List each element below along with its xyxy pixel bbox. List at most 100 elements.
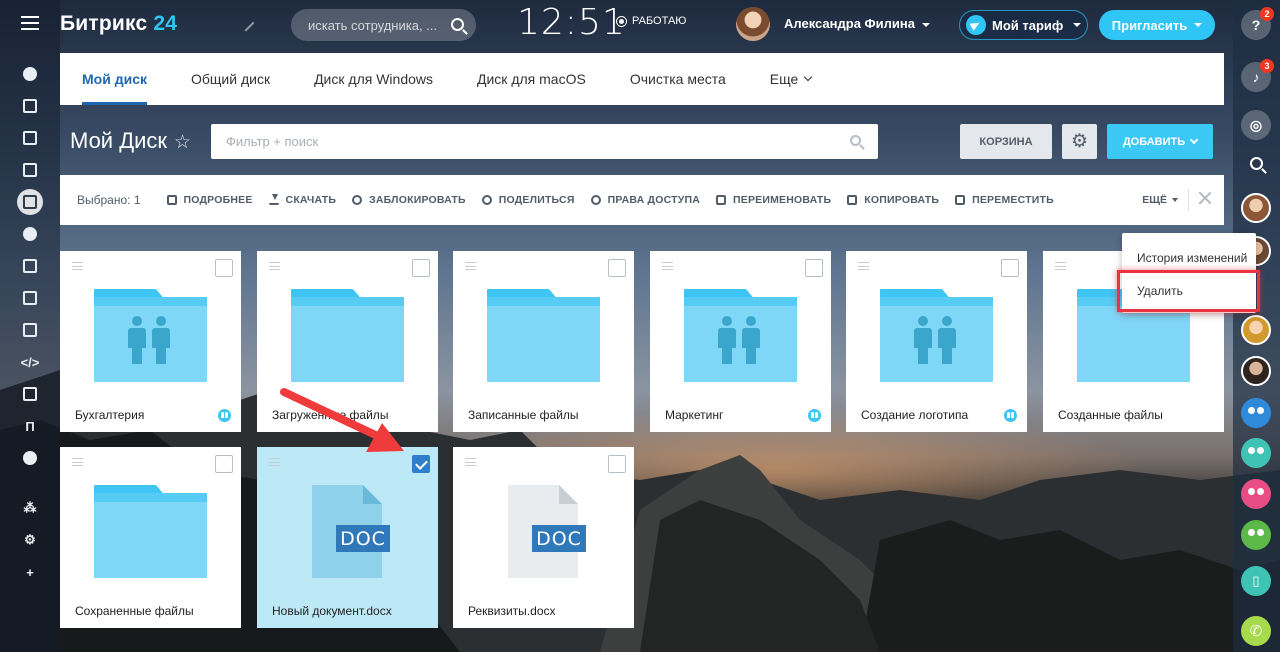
left-nav-add[interactable]: +	[0, 556, 60, 588]
select-checkbox[interactable]	[215, 455, 233, 473]
filter-search[interactable]	[211, 124, 878, 159]
tab-my-disk[interactable]: Мой диск	[82, 53, 147, 105]
user-name[interactable]: Александра Филина	[784, 16, 930, 31]
add-label: ДОБАВИТЬ	[1122, 135, 1186, 148]
trash-button[interactable]: КОРЗИНА	[960, 124, 1052, 159]
close-icon[interactable]	[1198, 191, 1212, 205]
select-checkbox[interactable]	[412, 259, 430, 277]
download-button[interactable]: СКАЧАТЬ	[268, 194, 337, 206]
copy-button[interactable]: КОПИРОВАТЬ	[847, 194, 939, 206]
drag-handle-icon[interactable]	[465, 458, 476, 466]
move-button[interactable]: ПЕРЕМЕСТИТЬ	[955, 194, 1054, 206]
phone-icon: ▯	[1252, 573, 1260, 588]
left-nav-calendar[interactable]	[0, 122, 60, 154]
add-button[interactable]: ДОБАВИТЬ	[1107, 124, 1213, 159]
access-rights-button[interactable]: ПРАВА ДОСТУПА	[590, 194, 700, 206]
notifications-button[interactable]: ♪ 3	[1241, 59, 1274, 92]
select-checkbox[interactable]	[215, 259, 233, 277]
select-checkbox[interactable]	[1001, 259, 1019, 277]
left-nav-dev[interactable]: </>	[0, 346, 60, 378]
drag-handle-icon[interactable]	[662, 262, 673, 270]
search-button[interactable]	[1241, 148, 1271, 178]
left-nav-store[interactable]	[0, 282, 60, 314]
left-nav-p[interactable]: П	[0, 410, 60, 442]
doc-file-icon: DOC	[508, 485, 586, 578]
left-nav-more[interactable]	[0, 442, 60, 474]
group-chat[interactable]	[1241, 438, 1271, 468]
left-nav-employees[interactable]	[0, 218, 60, 250]
tab-cleanup[interactable]: Очистка места	[630, 53, 726, 105]
file-tile[interactable]: Создание логотипа	[846, 251, 1027, 432]
selected-count: Выбрано: 1	[77, 193, 141, 207]
file-name: Маркетинг	[665, 408, 724, 422]
menu-icon[interactable]	[21, 16, 39, 32]
file-tile[interactable]: Бухгалтерия	[60, 251, 241, 432]
left-nav-tasks[interactable]	[0, 90, 60, 122]
group-chat[interactable]	[1241, 398, 1271, 428]
avatar[interactable]	[736, 7, 770, 41]
file-tile[interactable]: Загруженные файлы	[257, 251, 438, 432]
help-button[interactable]: ? 2	[1241, 7, 1274, 40]
tab-disk-macos[interactable]: Диск для macOS	[477, 53, 586, 105]
tariff-label: Мой тариф	[992, 17, 1064, 33]
left-nav-contacts[interactable]	[0, 250, 60, 282]
share-button[interactable]: ПОДЕЛИТЬСЯ	[481, 194, 575, 206]
left-nav-robot[interactable]	[0, 378, 60, 410]
search-input[interactable]	[308, 17, 448, 33]
left-nav-settings[interactable]: ⚙	[0, 524, 60, 556]
drag-handle-icon[interactable]	[1055, 262, 1066, 270]
tariff-button[interactable]: Мой тариф	[959, 10, 1088, 40]
chat-button[interactable]: ◎	[1241, 110, 1271, 140]
select-checkbox[interactable]	[412, 455, 430, 473]
menu-item-history[interactable]: История изменений	[1137, 251, 1247, 265]
tab-disk-windows[interactable]: Диск для Windows	[314, 53, 433, 105]
left-nav-docs[interactable]	[0, 154, 60, 186]
contact-avatar[interactable]	[1241, 356, 1271, 386]
select-checkbox[interactable]	[805, 259, 823, 277]
settings-button[interactable]: ⚙	[1062, 124, 1097, 159]
drag-handle-icon[interactable]	[72, 262, 83, 270]
contact-avatar[interactable]	[1241, 193, 1271, 223]
group-chat[interactable]	[1241, 520, 1271, 550]
select-checkbox[interactable]	[608, 455, 626, 473]
drag-handle-icon[interactable]	[72, 458, 83, 466]
file-tile[interactable]: Маркетинг	[650, 251, 831, 432]
tab-more[interactable]: Еще	[770, 53, 813, 105]
invite-button[interactable]: Пригласить	[1099, 10, 1215, 40]
drag-handle-icon[interactable]	[858, 262, 869, 270]
drag-handle-icon[interactable]	[269, 262, 280, 270]
left-nav-structure[interactable]: ⁂	[0, 492, 60, 524]
mobile-app-button[interactable]: ▯	[1241, 566, 1271, 596]
details-button[interactable]: ПОДРОБНЕЕ	[166, 194, 253, 206]
select-checkbox[interactable]	[608, 259, 626, 277]
disk-icon	[17, 189, 43, 215]
left-nav-store2[interactable]	[0, 314, 60, 346]
more-actions-button[interactable]: ЕЩЁ	[1142, 194, 1178, 206]
employee-search[interactable]	[291, 9, 476, 41]
invite-label: Пригласить	[1111, 17, 1188, 33]
rename-button[interactable]: ПЕРЕИМЕНОВАТЬ	[716, 194, 831, 206]
work-status[interactable]: РАБОТАЮ	[616, 15, 686, 27]
star-icon[interactable]: ☆	[174, 131, 191, 154]
doc-label: DOC	[336, 525, 390, 552]
file-tile[interactable]: Сохраненные файлы	[60, 447, 241, 628]
contact-avatar[interactable]	[1241, 315, 1271, 345]
file-tile-selected[interactable]: DOC Новый документ.docx	[257, 447, 438, 628]
cube-icon	[23, 323, 37, 337]
file-tile[interactable]: DOC Реквизиты.docx	[453, 447, 634, 628]
tab-shared-disk[interactable]: Общий диск	[191, 53, 270, 105]
left-nav-feed[interactable]	[0, 58, 60, 90]
call-button[interactable]: ✆	[1241, 616, 1271, 646]
group-chat[interactable]	[1241, 479, 1271, 509]
left-nav-disk[interactable]	[0, 186, 60, 218]
plus-icon: +	[26, 564, 34, 580]
search-icon[interactable]	[850, 135, 861, 146]
filter-input[interactable]	[226, 134, 826, 149]
search-icon[interactable]	[451, 18, 464, 31]
drag-handle-icon[interactable]	[465, 262, 476, 270]
drag-handle-icon[interactable]	[269, 458, 280, 466]
file-tile[interactable]: Записанные файлы	[453, 251, 634, 432]
logo[interactable]: Битрикс 24	[60, 12, 177, 36]
box-icon	[23, 291, 37, 305]
lock-button[interactable]: ЗАБЛОКИРОВАТЬ	[352, 194, 466, 206]
